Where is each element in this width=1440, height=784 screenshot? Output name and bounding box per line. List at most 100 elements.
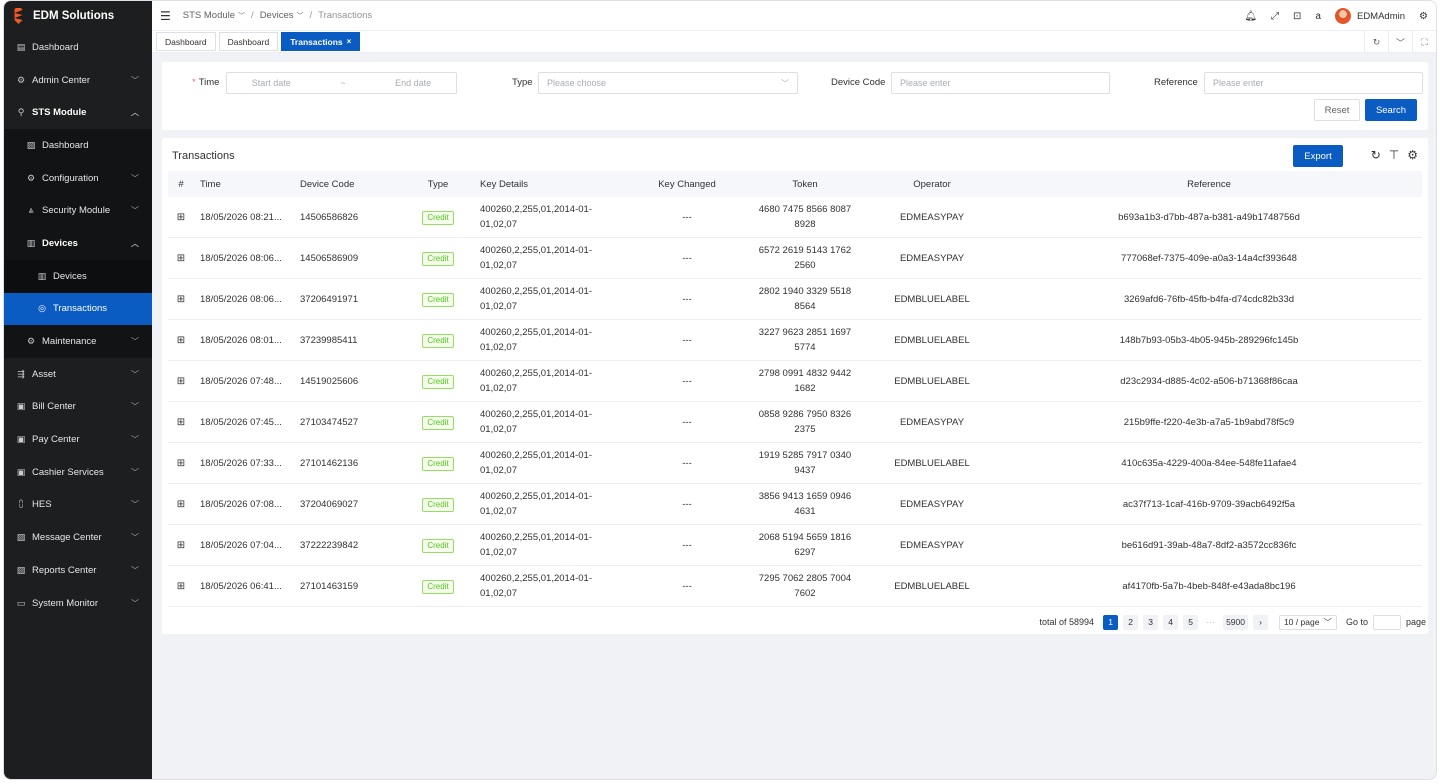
key-changed-cell: --- bbox=[682, 293, 692, 305]
menu-fold-icon[interactable]: ☰ bbox=[160, 9, 171, 23]
table-row[interactable]: ⊞ 18/05/2026 07:33... 27101462136 Credit 400… bbox=[168, 443, 1422, 484]
table-row[interactable]: ⊞ 18/05/2026 08:06... 14506586909 Credit 400… bbox=[168, 238, 1422, 279]
table-header: # Time Device Code Type Key Details Key … bbox=[168, 171, 1422, 197]
sidebar-item-label: STS Module bbox=[32, 107, 87, 119]
sidebar-item-devices-group[interactable]: ▥ Devices ︿ bbox=[4, 227, 152, 260]
settings-gear-icon[interactable]: ⚙ bbox=[1419, 11, 1428, 22]
sidebar-item-hes[interactable]: ⩇ HES ﹀ bbox=[4, 489, 152, 522]
sidebar-item-pay-center[interactable]: ▣ Pay Center ﹀ bbox=[4, 423, 152, 456]
token-cell: 2802 1940 3329 5518 8564 bbox=[742, 284, 868, 314]
status-badge: Credit bbox=[422, 333, 454, 348]
sidebar-item-message-center[interactable]: ▨ Message Center ﹀ bbox=[4, 521, 152, 554]
refresh-icon[interactable]: ↻ bbox=[1364, 31, 1388, 53]
fullscreen-icon[interactable]: ⤢ bbox=[1271, 11, 1279, 22]
detail-grid-icon[interactable]: ⊞ bbox=[177, 253, 185, 264]
sidebar-item-admin-center[interactable]: ⚙ Admin Center ﹀ bbox=[4, 64, 152, 97]
sidebar-item-maintenance[interactable]: ⚙ Maintenance ﹀ bbox=[4, 325, 152, 358]
column-height-icon[interactable]: ⊤ bbox=[1389, 148, 1399, 162]
detail-grid-icon[interactable]: ⊞ bbox=[177, 499, 185, 510]
settings-gear-icon[interactable]: ⚙ bbox=[1407, 148, 1418, 162]
goto-page-input[interactable] bbox=[1372, 614, 1401, 630]
device-icon: ▥ bbox=[26, 237, 36, 248]
time-cell: 18/05/2026 08:21... bbox=[200, 211, 282, 223]
next-page-icon[interactable]: › bbox=[1252, 614, 1268, 630]
type-cell: Credit bbox=[402, 374, 474, 389]
tab-dashboard-2[interactable]: Dashboard bbox=[218, 32, 279, 51]
sidebar-item-configuration[interactable]: ⚙ Configuration ﹀ bbox=[4, 161, 152, 195]
detail-grid-icon[interactable]: ⊞ bbox=[177, 376, 185, 387]
detail-grid-icon[interactable]: ⊞ bbox=[177, 294, 185, 305]
table-row[interactable]: ⊞ 18/05/2026 06:41... 27101463159 Credit 400… bbox=[168, 566, 1422, 607]
pay-icon: ▣ bbox=[16, 434, 26, 445]
status-badge: Credit bbox=[422, 538, 454, 553]
sidebar-item-sts-dashboard[interactable]: ▨ Dashboard bbox=[4, 129, 152, 162]
page-size-select[interactable]: 10 / page ﹀ bbox=[1278, 614, 1337, 630]
device-code-input[interactable]: Please enter bbox=[891, 72, 1110, 94]
table-row[interactable]: ⊞ 18/05/2026 07:48... 14519025606 Credit 400… bbox=[168, 361, 1422, 402]
pagination: total of 58994 1 2 3 4 5 ··· 5900 › 10 /… bbox=[1040, 614, 1426, 630]
sidebar-item-asset[interactable]: ⇶ Asset ﹀ bbox=[4, 358, 152, 391]
start-date-input[interactable]: Start date bbox=[252, 78, 291, 88]
maximize-icon[interactable]: ⛶ bbox=[1412, 31, 1436, 53]
page-2[interactable]: 2 bbox=[1123, 614, 1139, 630]
time-range-picker[interactable]: Start date ~ End date bbox=[226, 72, 457, 94]
key-details-line: 400260,2,255,01,2014-01- bbox=[480, 573, 592, 584]
refresh-icon[interactable]: ↻ bbox=[1371, 148, 1381, 162]
table-row[interactable]: ⊞ 18/05/2026 08:01... 37239985411 Credit 400… bbox=[168, 320, 1422, 361]
tab-label: Transactions bbox=[290, 36, 343, 47]
sidebar-item-sts-module[interactable]: ⚲ STS Module ︿ bbox=[4, 96, 152, 129]
table-row[interactable]: ⊞ 18/05/2026 08:21... 14506586826 Credit 400… bbox=[168, 197, 1422, 238]
transactions-table: # Time Device Code Type Key Details Key … bbox=[168, 171, 1422, 607]
search-panel: * Time Start date ~ End date Type Please … bbox=[162, 62, 1428, 130]
bell-icon[interactable]: 🔔︎ bbox=[1244, 11, 1257, 22]
sidebar-item-transactions[interactable]: ◎ Transactions bbox=[4, 292, 152, 326]
reference-input[interactable]: Please enter bbox=[1204, 72, 1423, 94]
page-3[interactable]: 3 bbox=[1143, 614, 1159, 630]
gear-icon: ⚙ bbox=[16, 74, 26, 85]
sidebar-item-dashboard[interactable]: ▤ Dashboard bbox=[4, 31, 152, 64]
token-line: 5774 bbox=[794, 342, 816, 353]
tab-transactions[interactable]: Transactions × bbox=[281, 32, 361, 51]
search-button[interactable]: Search bbox=[1365, 99, 1417, 121]
table-row[interactable]: ⊞ 18/05/2026 08:06... 37206491971 Credit 400… bbox=[168, 279, 1422, 320]
breadcrumb-devices[interactable]: Devices bbox=[260, 10, 294, 21]
page-4[interactable]: 4 bbox=[1163, 614, 1179, 630]
detail-grid-icon[interactable]: ⊞ bbox=[177, 417, 185, 428]
chevron-down-icon[interactable]: ﹀ bbox=[296, 11, 303, 21]
sidebar-item-label: Configuration bbox=[42, 172, 99, 184]
language-icon[interactable]: a bbox=[1315, 11, 1321, 22]
table-row[interactable]: ⊞ 18/05/2026 07:08... 37204069027 Credit 400… bbox=[168, 484, 1422, 525]
detail-grid-icon[interactable]: ⊞ bbox=[177, 581, 185, 592]
page-last[interactable]: 5900 bbox=[1223, 614, 1248, 630]
row-detail-cell: ⊞ bbox=[168, 210, 194, 225]
close-icon[interactable]: × bbox=[347, 37, 352, 46]
sidebar-item-bill-center[interactable]: ▣ Bill Center ﹀ bbox=[4, 391, 152, 424]
chevron-down-icon[interactable]: ﹀ bbox=[238, 11, 245, 21]
token-line: 6297 bbox=[794, 547, 816, 558]
sidebar-item-security-module[interactable]: ⩓ Security Module ﹀ bbox=[4, 194, 152, 228]
page-1[interactable]: 1 bbox=[1103, 614, 1119, 630]
detail-grid-icon[interactable]: ⊞ bbox=[177, 540, 185, 551]
chevron-down-icon[interactable]: ﹀ bbox=[1388, 31, 1412, 53]
export-button[interactable]: Export bbox=[1293, 145, 1343, 167]
type-select[interactable]: Please choose ﹀ bbox=[538, 72, 798, 94]
more-pages-ellipsis[interactable]: ··· bbox=[1203, 615, 1218, 630]
sidebar-item-devices[interactable]: ▥ Devices bbox=[4, 259, 152, 293]
page-5[interactable]: 5 bbox=[1183, 614, 1199, 630]
key-changed-cell: --- bbox=[682, 539, 692, 551]
detail-grid-icon[interactable]: ⊞ bbox=[177, 458, 185, 469]
detail-grid-icon[interactable]: ⊞ bbox=[177, 335, 185, 346]
detail-grid-icon[interactable]: ⊞ bbox=[177, 212, 185, 223]
end-date-input[interactable]: End date bbox=[395, 78, 431, 88]
sidebar-item-reports-center[interactable]: ▨ Reports Center ﹀ bbox=[4, 554, 152, 587]
sidebar-item-cashier-services[interactable]: ▣ Cashier Services ﹀ bbox=[4, 456, 152, 489]
breadcrumb-sts-module[interactable]: STS Module bbox=[183, 10, 235, 21]
tab-dashboard-1[interactable]: Dashboard bbox=[156, 32, 216, 51]
table-row[interactable]: ⊞ 18/05/2026 07:45... 27103474527 Credit 400… bbox=[168, 402, 1422, 443]
user-menu[interactable]: EDMAdmin bbox=[1334, 8, 1405, 24]
font-size-icon[interactable]: ⊡ bbox=[1293, 11, 1301, 22]
sidebar-item-system-monitor[interactable]: ▭ System Monitor ﹀ bbox=[4, 587, 152, 620]
key-details-cell: 400260,2,255,01,2014-01- 01,02,07 bbox=[474, 202, 632, 232]
table-row[interactable]: ⊞ 18/05/2026 07:04... 37222239842 Credit 400… bbox=[168, 525, 1422, 566]
reset-button[interactable]: Reset bbox=[1314, 99, 1360, 121]
